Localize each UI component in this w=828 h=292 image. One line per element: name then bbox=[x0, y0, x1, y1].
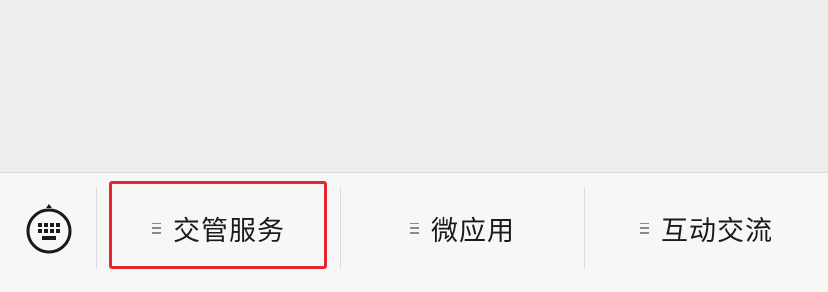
menu-lines-icon bbox=[640, 222, 649, 234]
menu-item-micro-apps[interactable]: 微应用 bbox=[341, 187, 584, 269]
menu-item-label: 微应用 bbox=[431, 215, 515, 247]
menu-item-label: 交管服务 bbox=[173, 215, 285, 247]
menu-lines-icon bbox=[152, 222, 161, 234]
keyboard-toggle-button[interactable] bbox=[18, 197, 80, 259]
bottom-menu-bar: 交管服务 微应用 互动交流 bbox=[0, 172, 828, 292]
keyboard-icon bbox=[26, 204, 72, 254]
menu-item-interaction[interactable]: 互动交流 bbox=[585, 187, 828, 269]
message-area bbox=[0, 0, 828, 172]
menu-item-label: 互动交流 bbox=[661, 215, 773, 247]
menu-lines-icon bbox=[410, 222, 419, 234]
menu-item-traffic-service[interactable]: 交管服务 bbox=[97, 187, 340, 269]
